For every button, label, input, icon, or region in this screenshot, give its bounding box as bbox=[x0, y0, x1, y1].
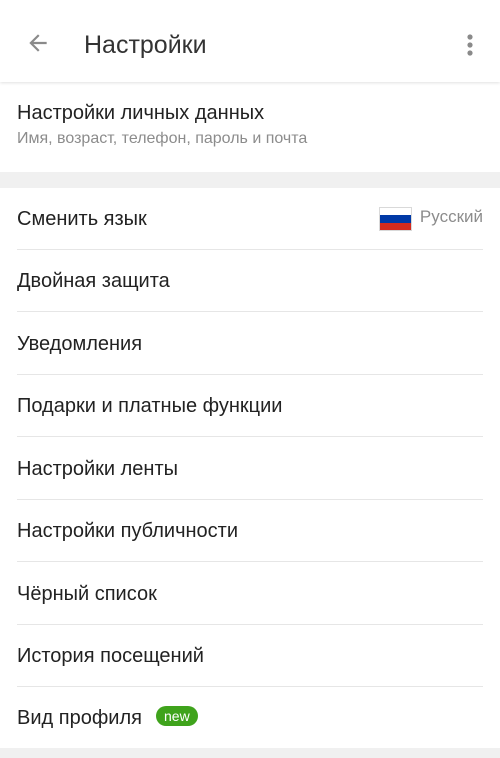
vertical-ellipsis-icon bbox=[467, 34, 473, 56]
section-divider bbox=[0, 172, 500, 188]
settings-list: Сменить язык Русский Двойная защита Увед… bbox=[0, 188, 500, 748]
change-language-label: Сменить язык bbox=[17, 208, 147, 230]
publicity-settings-item[interactable]: Настройки публичности bbox=[0, 500, 500, 562]
app-bar: Настройки bbox=[0, 0, 500, 82]
notifications-item[interactable]: Уведомления bbox=[0, 313, 500, 375]
personal-data-subtitle: Имя, возраст, телефон, пароль и почта bbox=[17, 130, 308, 147]
flag-stripe-white bbox=[379, 208, 411, 216]
new-badge: new bbox=[156, 706, 198, 726]
page-title: Настройки bbox=[84, 31, 207, 59]
russian-flag-icon bbox=[379, 208, 411, 230]
more-options-button[interactable] bbox=[452, 25, 488, 65]
current-language: Русский bbox=[379, 188, 483, 250]
visit-history-label: История посещений bbox=[17, 645, 204, 667]
feed-settings-item[interactable]: Настройки ленты bbox=[0, 438, 500, 500]
divider bbox=[17, 311, 483, 312]
divider bbox=[17, 561, 483, 562]
visit-history-item[interactable]: История посещений bbox=[0, 625, 500, 687]
back-button[interactable] bbox=[20, 25, 56, 61]
section-divider-bottom bbox=[0, 748, 500, 758]
flag-stripe-blue bbox=[379, 215, 411, 223]
divider bbox=[17, 436, 483, 437]
arrow-left-icon bbox=[29, 34, 47, 52]
feed-settings-label: Настройки ленты bbox=[17, 458, 178, 480]
blacklist-item[interactable]: Чёрный список bbox=[0, 563, 500, 625]
profile-view-label: Вид профиля bbox=[17, 707, 142, 729]
two-factor-label: Двойная защита bbox=[17, 270, 170, 292]
flag-stripe-red bbox=[379, 222, 411, 230]
two-factor-item[interactable]: Двойная защита bbox=[0, 250, 500, 312]
personal-data-settings[interactable]: Настройки личных данных Имя, возраст, те… bbox=[0, 82, 500, 172]
notifications-label: Уведомления bbox=[17, 333, 143, 355]
gifts-paid-features-label: Подарки и платные функции bbox=[17, 395, 283, 417]
profile-view-item[interactable]: Вид профиля new bbox=[0, 687, 500, 749]
gifts-paid-features-item[interactable]: Подарки и платные функции bbox=[0, 375, 500, 437]
publicity-settings-label: Настройки публичности bbox=[17, 520, 238, 542]
change-language-item[interactable]: Сменить язык Русский bbox=[0, 188, 500, 250]
personal-data-title: Настройки личных данных bbox=[17, 102, 265, 124]
blacklist-label: Чёрный список bbox=[17, 583, 157, 605]
current-language-value: Русский bbox=[419, 207, 483, 226]
